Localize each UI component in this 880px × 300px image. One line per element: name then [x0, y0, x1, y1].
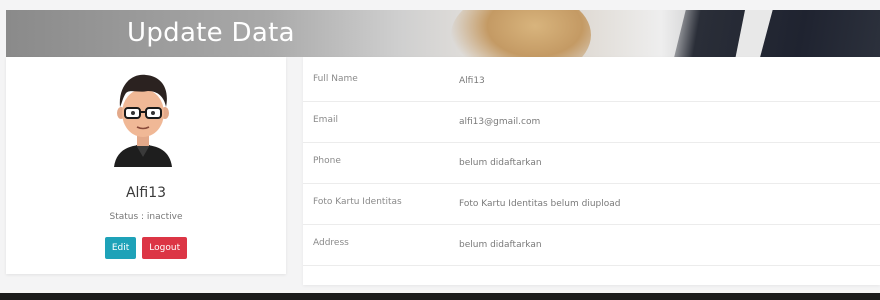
- row-value: belum didaftarkan: [459, 158, 542, 168]
- row-label: Foto Kartu Identitas: [313, 197, 402, 207]
- table-row-phone: Phone belum didaftarkan: [303, 143, 880, 184]
- username: Alfi13: [125, 185, 167, 201]
- profile-card: Alfi13 Status : inactive Edit Logout: [6, 57, 286, 274]
- table-row-email: Email alfi13@gmail.com: [303, 102, 880, 143]
- table-row-id-card: Foto Kartu Identitas Foto Kartu Identita…: [303, 184, 880, 225]
- row-value: Foto Kartu Identitas belum diupload: [459, 199, 621, 209]
- banner-photo-suit: [671, 10, 880, 57]
- status-text: Status : inactive: [109, 212, 183, 222]
- row-label: Email: [313, 115, 338, 125]
- row-label: Full Name: [313, 74, 358, 84]
- footer-bar: [0, 293, 880, 300]
- logout-button[interactable]: Logout: [142, 237, 188, 259]
- profile-actions: Edit Logout: [6, 237, 286, 259]
- row-value: alfi13@gmail.com: [459, 117, 541, 127]
- page-title: Update Data: [127, 18, 295, 48]
- table-row-full-name: Full Name Alfi13: [303, 61, 880, 102]
- edit-button[interactable]: Edit: [104, 237, 137, 259]
- avatar: [114, 74, 172, 167]
- row-label: Address: [313, 238, 349, 248]
- banner-header: Update Data: [6, 10, 880, 57]
- row-value: Alfi13: [459, 76, 485, 86]
- row-value: belum didaftarkan: [459, 240, 542, 250]
- row-label: Phone: [313, 156, 341, 166]
- details-table: Full Name Alfi13 Email alfi13@gmail.com …: [303, 57, 880, 285]
- page: Update Data Alfi13 Status : inactive Edi…: [0, 0, 880, 300]
- banner-photo-person: [451, 10, 591, 57]
- table-row-address: Address belum didaftarkan: [303, 225, 880, 266]
